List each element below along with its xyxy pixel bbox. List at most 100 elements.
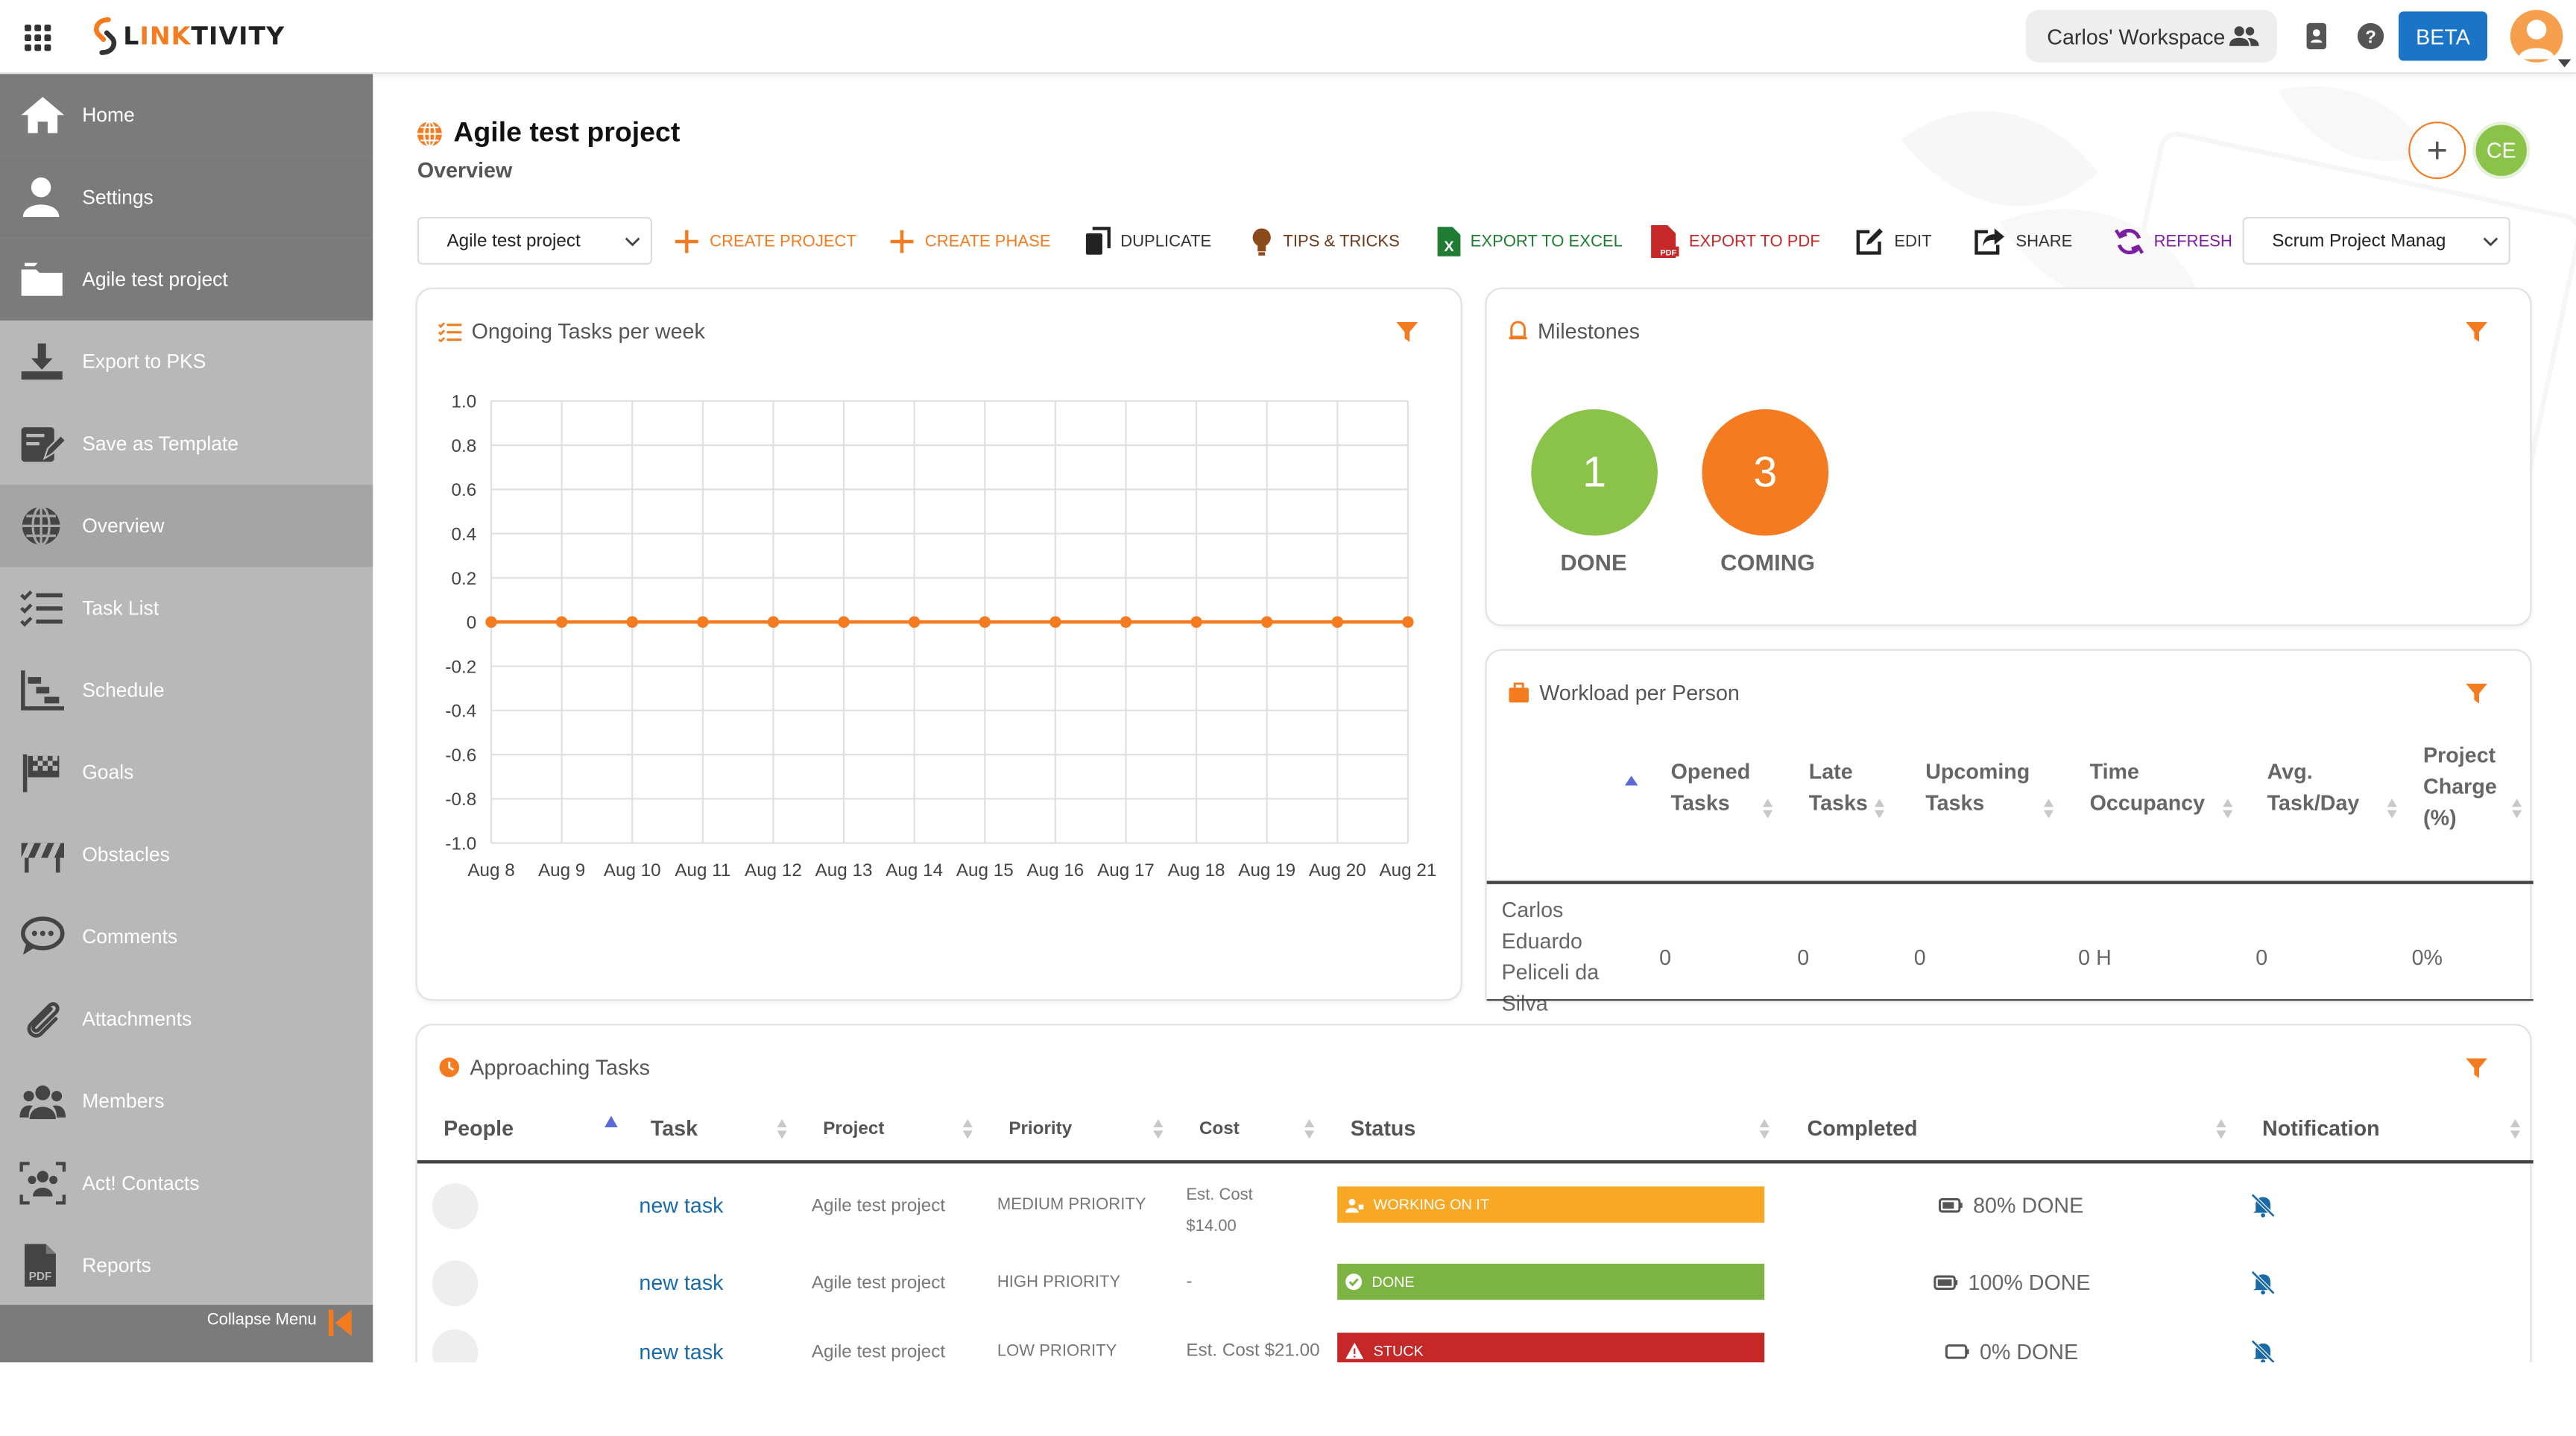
avatar-caret-icon[interactable]	[2557, 59, 2572, 68]
sort-arrows-icon[interactable]	[2512, 799, 2522, 819]
data-point[interactable]	[555, 616, 568, 628]
completed-indicator: 0% DONE	[1945, 1339, 2078, 1362]
sidebar-item-reports[interactable]: PDF Reports	[0, 1224, 373, 1306]
sidebar-label: Home	[82, 103, 135, 127]
sidebar-item-comments[interactable]: Comments	[0, 895, 373, 977]
filter-icon[interactable]	[2466, 322, 2488, 342]
create-project-button[interactable]: CREATE PROJECT	[674, 227, 856, 256]
sort-arrows-icon[interactable]	[1762, 799, 1773, 819]
data-point[interactable]	[1049, 616, 1061, 628]
check-circle-icon	[1345, 1273, 1363, 1291]
task-project: Agile test project	[811, 1342, 946, 1363]
status-badge[interactable]: DONE	[1337, 1263, 1765, 1300]
logo-text: LINKTIVITY	[123, 21, 285, 51]
task-link[interactable]: new task	[639, 1270, 723, 1295]
project-select[interactable]: Agile test project	[417, 216, 653, 265]
approaching-tasks-card: Approaching Tasks People Task Project Pr…	[415, 1024, 2534, 1363]
member-avatar[interactable]: CE	[2472, 122, 2531, 180]
sidebar-item-save-template[interactable]: Save as Template	[0, 403, 373, 485]
task-cost: Est. Cost $21.00	[1186, 1341, 1320, 1361]
sort-arrows-icon[interactable]	[1759, 1118, 1770, 1139]
milestones-done-count[interactable]: 1	[1531, 409, 1658, 536]
sidebar-item-export-pks[interactable]: Export to PKS	[0, 321, 373, 403]
notification-off-icon[interactable]	[2251, 1270, 2276, 1295]
data-point[interactable]	[626, 616, 638, 628]
assignee-avatar[interactable]	[432, 1183, 479, 1229]
status-badge[interactable]: STUCK	[1337, 1332, 1765, 1363]
data-point[interactable]	[1402, 616, 1414, 628]
refresh-button[interactable]: REFRESH	[2115, 227, 2232, 256]
milestones-coming-count[interactable]: 3	[1702, 409, 1829, 536]
sidebar-label: Goals	[82, 760, 134, 784]
sidebar-item-task-list[interactable]: Task List	[0, 567, 373, 649]
sidebar-item-attachments[interactable]: Attachments	[0, 977, 373, 1059]
data-point[interactable]	[697, 616, 709, 628]
create-phase-button[interactable]: CREATE PHASE	[888, 227, 1051, 256]
sidebar-item-members[interactable]: Members	[0, 1060, 373, 1142]
page-title: Agile test project	[416, 116, 680, 149]
sidebar-item-obstacles[interactable]: Obstacles	[0, 813, 373, 895]
approaching-header-divider	[417, 1160, 2534, 1163]
workspace-selector[interactable]: Carlos' Workspace	[2025, 10, 2277, 63]
sort-arrows-icon[interactable]	[1304, 1118, 1315, 1139]
data-point[interactable]	[838, 616, 850, 628]
task-link[interactable]: new task	[639, 1193, 723, 1218]
completed-label: 80% DONE	[1973, 1193, 2084, 1218]
notification-off-icon[interactable]	[2251, 1339, 2276, 1363]
milestones-title-text: Milestones	[1538, 318, 1641, 344]
task-cost: Est. Cost $14.00	[1186, 1186, 1253, 1236]
status-label: DONE	[1371, 1273, 1415, 1291]
sidebar-item-project[interactable]: Agile test project	[0, 238, 373, 321]
notification-off-icon[interactable]	[2251, 1193, 2276, 1218]
data-point[interactable]	[1190, 616, 1202, 628]
sort-arrows-icon[interactable]	[2043, 799, 2054, 819]
sidebar-item-act-contacts[interactable]: Act! Contacts	[0, 1142, 373, 1224]
sidebar-item-schedule[interactable]: Schedule	[0, 649, 373, 731]
apps-grid-icon[interactable]	[25, 25, 51, 51]
sort-arrows-icon[interactable]	[777, 1118, 787, 1139]
data-point[interactable]	[908, 616, 921, 628]
data-point[interactable]	[1331, 616, 1344, 628]
x-tick-label: Aug 8	[467, 860, 514, 881]
contact-book-icon[interactable]	[2302, 22, 2332, 51]
sidebar-item-overview[interactable]: Overview	[0, 485, 373, 567]
sidebar-item-settings[interactable]: Settings	[0, 156, 373, 239]
bell-icon	[1509, 321, 1527, 340]
edit-button[interactable]: EDIT	[1854, 227, 1932, 256]
user-avatar[interactable]	[2510, 10, 2563, 63]
duplicate-button[interactable]: DUPLICATE	[1085, 227, 1211, 256]
task-link[interactable]: new task	[639, 1339, 723, 1362]
sort-arrows-icon[interactable]	[2387, 799, 2397, 819]
task-priority: HIGH PRIORITY	[997, 1273, 1121, 1292]
collapse-menu[interactable]: Collapse Menu	[0, 1305, 373, 1363]
sort-arrows-icon[interactable]	[1874, 799, 1885, 819]
milestones-card: Milestones 1 DONE 3 COMING	[1485, 287, 2532, 626]
sort-arrows-icon[interactable]	[2510, 1118, 2521, 1139]
data-point[interactable]	[1260, 616, 1273, 628]
share-button[interactable]: SHARE	[1973, 227, 2072, 256]
status-badge[interactable]: WORKING ON IT	[1337, 1186, 1765, 1223]
workload-time-value: 0 H	[2078, 945, 2112, 970]
sort-arrows-icon[interactable]	[2223, 799, 2233, 819]
sort-arrows-icon[interactable]	[1153, 1118, 1164, 1139]
data-point[interactable]	[767, 616, 780, 628]
sidebar-item-goals[interactable]: Goals	[0, 731, 373, 813]
export-excel-button[interactable]: X EXPORT TO EXCEL	[1436, 227, 1623, 256]
flag-icon	[22, 754, 60, 793]
help-icon[interactable]: ?	[2356, 22, 2386, 51]
sort-arrows-icon[interactable]	[2216, 1118, 2226, 1139]
data-point[interactable]	[1120, 616, 1132, 628]
linktivity-logo[interactable]: LINKTIVITY	[89, 15, 285, 57]
chevron-down-icon	[2483, 237, 2498, 247]
create-phase-label: CREATE PHASE	[924, 232, 1051, 251]
template-select[interactable]: Scrum Project Manag	[2242, 216, 2510, 265]
data-point[interactable]	[485, 616, 497, 628]
add-member-button[interactable]: +	[2408, 122, 2466, 180]
sort-arrows-icon[interactable]	[962, 1118, 973, 1139]
export-pdf-button[interactable]: PDF EXPORT TO PDF	[1650, 224, 1820, 259]
beta-button[interactable]: BETA	[2398, 11, 2488, 61]
data-point[interactable]	[979, 616, 991, 628]
tips-tricks-button[interactable]: TIPS & TRICKS	[1250, 227, 1400, 256]
sidebar-item-home[interactable]: Home	[0, 74, 373, 157]
assignee-avatar[interactable]	[432, 1260, 479, 1307]
